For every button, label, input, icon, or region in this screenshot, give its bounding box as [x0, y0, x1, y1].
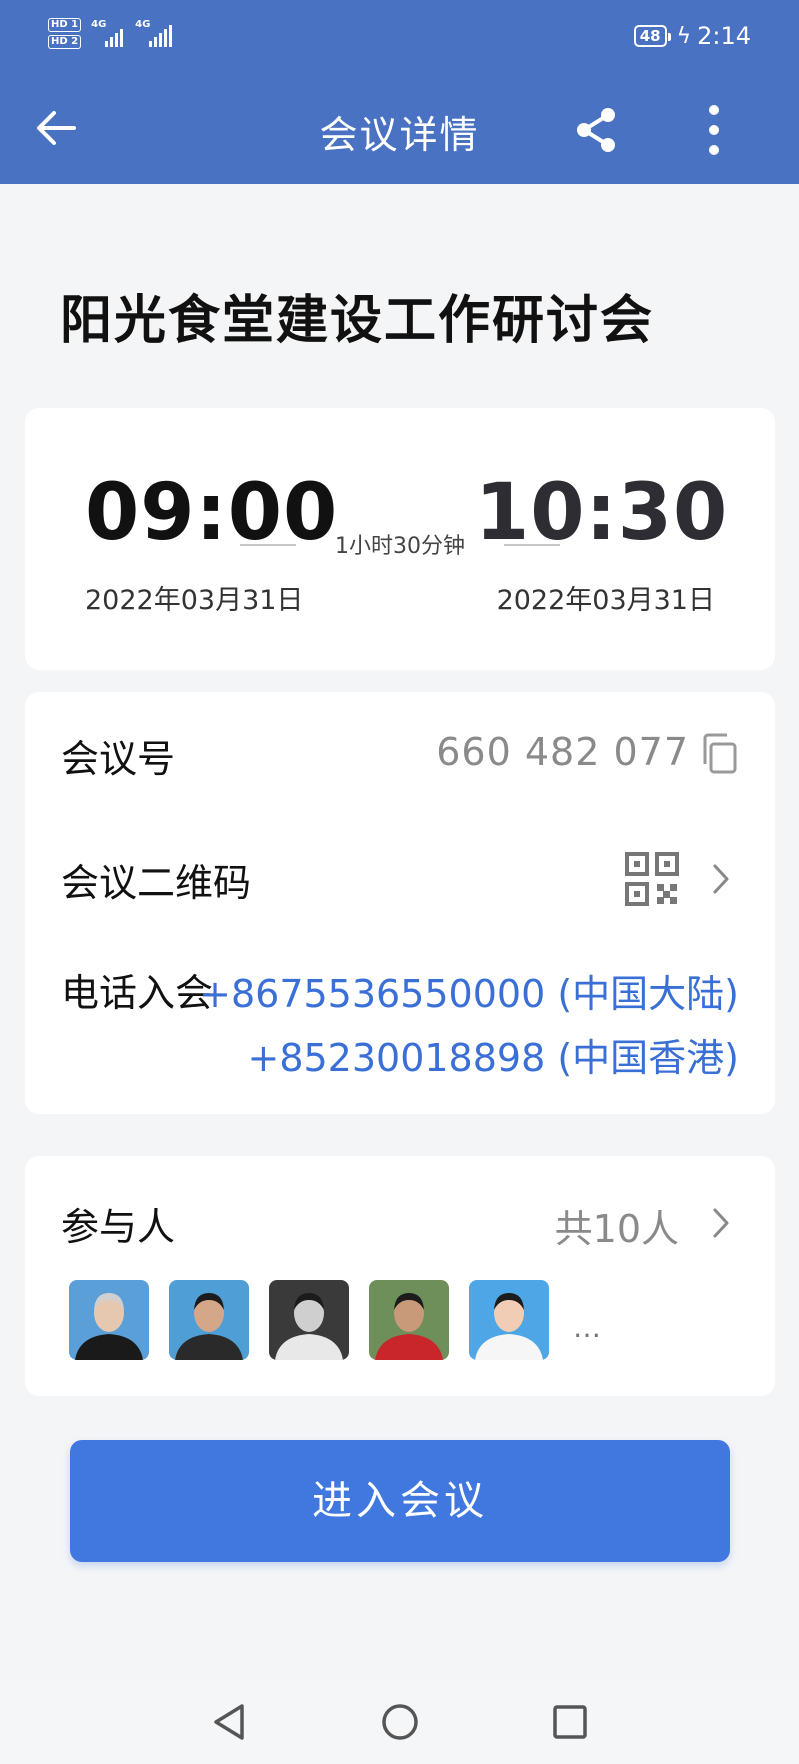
battery-icon: 48 [633, 25, 671, 47]
qr-code-icon [625, 852, 679, 906]
nav-home-button[interactable] [372, 1694, 428, 1750]
share-button[interactable] [566, 100, 626, 160]
status-right: 48 ϟ 2:14 [633, 22, 751, 50]
meeting-title: 阳光食堂建设工作研讨会 [60, 291, 655, 351]
square-recent-icon [553, 1705, 587, 1739]
participant-avatar[interactable] [269, 1280, 349, 1360]
status-left: HD 1 HD 2 4G 4G [48, 18, 175, 49]
charging-icon: ϟ [676, 23, 692, 49]
status-bar: HD 1 HD 2 4G 4G 48 ϟ 2:14 [0, 0, 799, 80]
hd1-badge: HD 1 [48, 18, 82, 32]
hd2-badge: HD 2 [48, 35, 82, 49]
join-meeting-button[interactable]: 进入会议 [70, 1440, 730, 1562]
avatar-list: … [69, 1280, 601, 1360]
share-icon [577, 108, 615, 152]
app-bar: 会议详情 [0, 80, 799, 184]
participant-avatar[interactable] [169, 1280, 249, 1360]
phone-dial-in-label: 电话入会 [61, 971, 214, 1015]
time-card: 09:00 2022年03月31日 1小时30分钟 10:30 2022年03月… [25, 408, 775, 670]
nav-recent-button[interactable] [542, 1694, 598, 1750]
qr-code-row[interactable]: 会议二维码 [61, 852, 739, 912]
person-avatar-icon [369, 1280, 449, 1360]
phone-number-list: +8675536550000 (中国大陆) +85230018898 (中国香港… [199, 962, 739, 1090]
phone-number-mainland[interactable]: +8675536550000 (中国大陆) [199, 962, 739, 1026]
person-avatar-icon [69, 1280, 149, 1360]
copy-button[interactable] [699, 732, 739, 776]
network-type-2: 4G [135, 18, 151, 30]
meeting-info-card: 会议号 660 482 077 会议二维码 电话入会 +867553655000… [25, 692, 775, 1114]
chevron-right-icon [713, 1208, 729, 1238]
phone-dial-in-row: 电话入会 +8675536550000 (中国大陆) +85230018898 … [61, 962, 739, 1092]
participants-row[interactable]: 参与人 共10人 [61, 1196, 739, 1256]
chevron-right-icon [713, 864, 729, 894]
meeting-id-row: 会议号 660 482 077 [61, 728, 739, 788]
more-participants-indicator: … [573, 1311, 601, 1344]
triangle-back-icon [214, 1704, 244, 1740]
circle-home-icon [382, 1704, 418, 1740]
end-time-block: 10:30 2022年03月31日 [475, 468, 729, 617]
participants-count: 共10人 [554, 1207, 679, 1251]
person-avatar-icon [269, 1280, 349, 1360]
nav-back-button[interactable] [202, 1694, 258, 1750]
start-date: 2022年03月31日 [85, 585, 304, 616]
qr-code-label: 会议二维码 [61, 861, 252, 905]
person-avatar-icon [169, 1280, 249, 1360]
meeting-id-value: 660 482 077 [436, 730, 689, 774]
more-button[interactable] [684, 100, 744, 160]
meeting-id-label: 会议号 [61, 737, 176, 781]
page-title: 会议详情 [319, 113, 480, 157]
more-vertical-icon [709, 105, 719, 155]
participant-avatar[interactable] [369, 1280, 449, 1360]
end-date: 2022年03月31日 [496, 585, 715, 616]
participant-avatar[interactable] [469, 1280, 549, 1360]
person-avatar-icon [469, 1280, 549, 1360]
signal-1-icon: 4G [91, 18, 125, 47]
copy-icon [703, 733, 737, 774]
end-time: 10:30 [475, 468, 729, 558]
participants-label: 参与人 [61, 1205, 176, 1249]
signal-2-icon: 4G [135, 18, 175, 47]
phone-number-hongkong[interactable]: +85230018898 (中国香港) [199, 1026, 739, 1090]
system-nav-bar [0, 1678, 799, 1764]
clock: 2:14 [697, 22, 751, 50]
network-type-1: 4G [91, 18, 107, 30]
participant-avatar[interactable] [69, 1280, 149, 1360]
header: HD 1 HD 2 4G 4G 48 ϟ 2:14 会议详情 [0, 0, 799, 184]
hd-indicators: HD 1 HD 2 [48, 18, 82, 49]
participants-card: 参与人 共10人 … [25, 1156, 775, 1396]
